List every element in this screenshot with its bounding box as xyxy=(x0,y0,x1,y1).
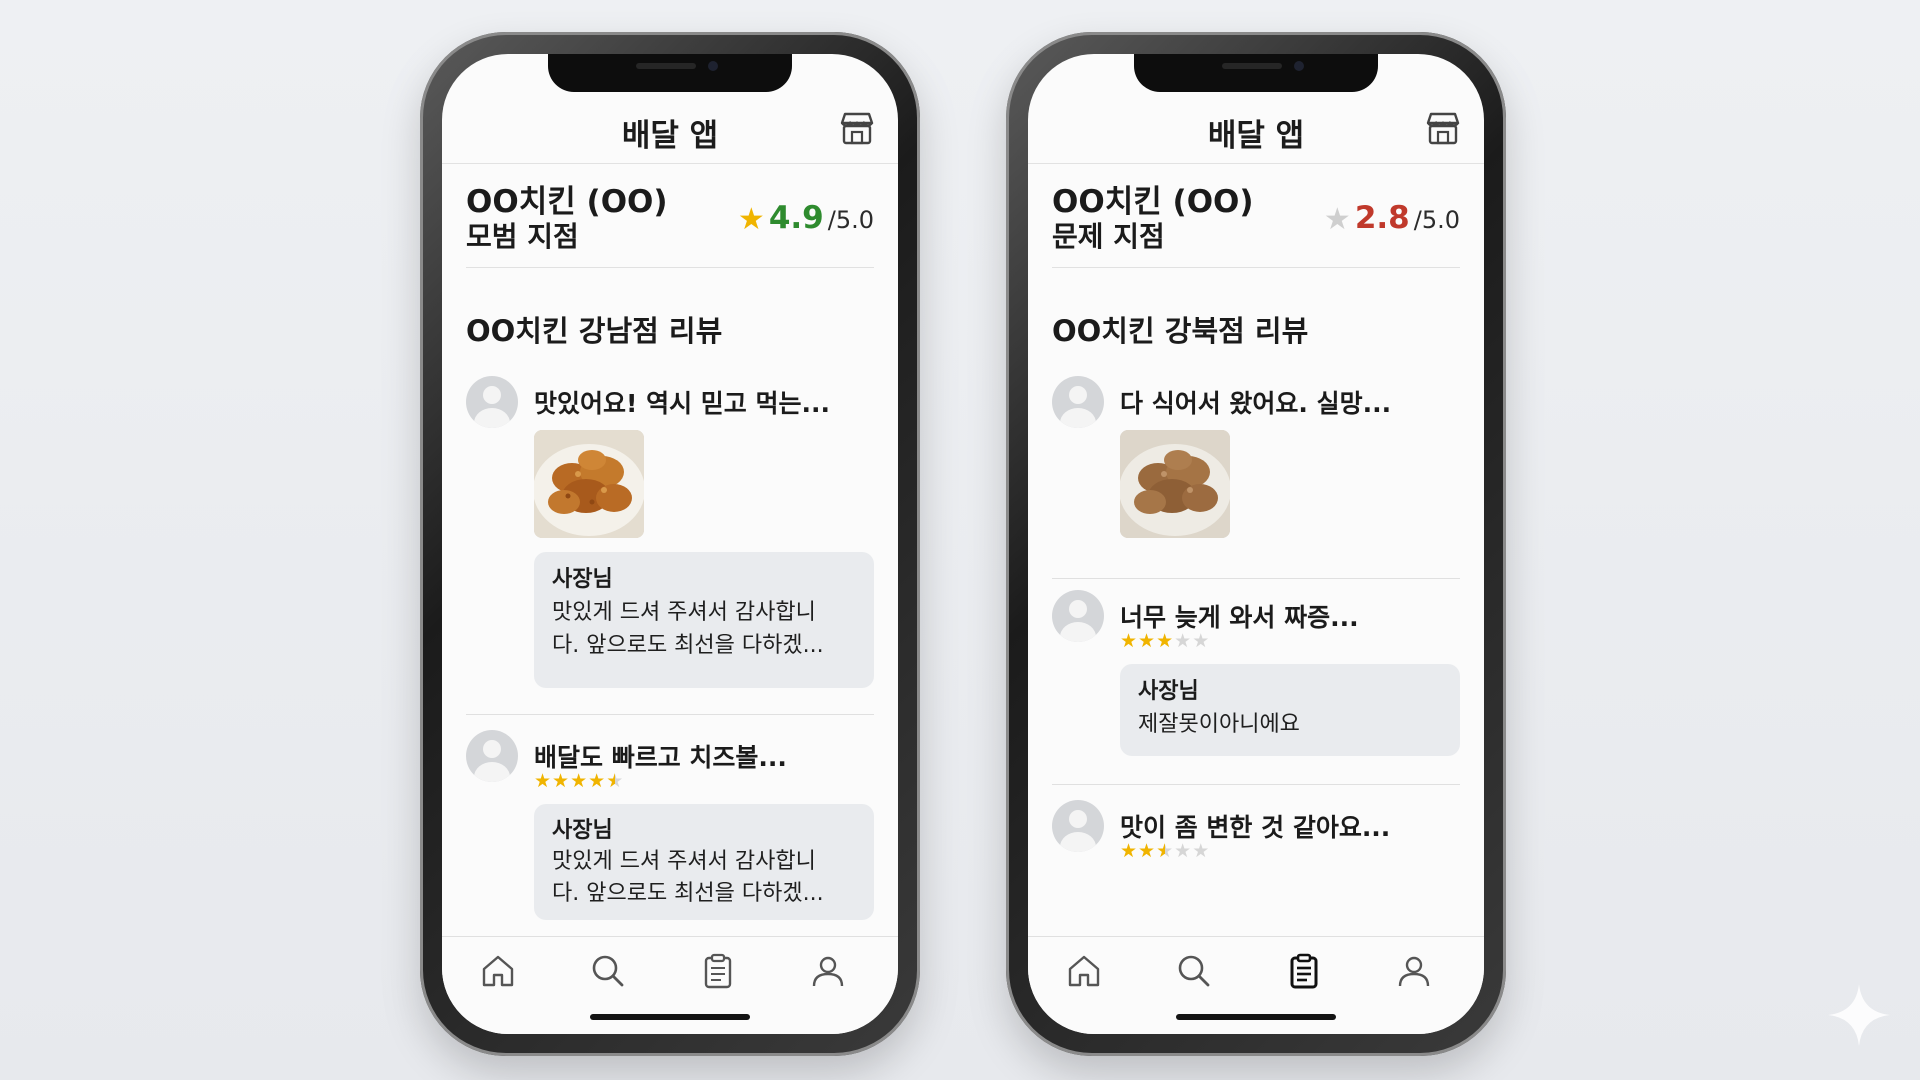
rating-value: 4.9 xyxy=(768,200,824,236)
divider xyxy=(1052,784,1460,785)
star-icon: ★ xyxy=(1323,202,1351,237)
food-photo[interactable] xyxy=(1120,430,1230,538)
star-rating: ★★★★★ xyxy=(534,770,624,792)
store-icon[interactable] xyxy=(1424,110,1462,146)
reply-text-line: 맛있게 드셔 주셔서 감사합니 xyxy=(552,849,816,874)
phone-left: 배달 앱 OO치킨 (OO) 모범 지점 ★ 4.9 /5.0 OO치킨 강남점… xyxy=(420,32,920,1056)
star-rating: ★★★★★ xyxy=(1120,840,1210,862)
review-item[interactable]: 맛이 좀 변한 것 같아요... ★★★★★ xyxy=(1052,800,1460,870)
reply-author: 사장님 xyxy=(1138,679,1199,704)
rating-max: /5.0 xyxy=(827,206,874,234)
fried-chicken-image xyxy=(1120,430,1230,538)
avatar xyxy=(1052,590,1104,642)
star-icon: ★ xyxy=(534,770,553,792)
star-icon: ★ xyxy=(1174,840,1193,862)
star-icon: ★ xyxy=(1120,630,1139,652)
search-icon[interactable] xyxy=(588,951,628,991)
review-item[interactable]: 배달도 빠르고 치즈볼... ★★★★★ 사장님 맛있게 드셔 주셔서 감사합니… xyxy=(466,730,874,930)
store-info: OO치킨 (OO) 모범 지점 ★ 4.9 /5.0 xyxy=(466,184,874,268)
review-item[interactable]: 다 식어서 왔어요. 실망... xyxy=(1052,376,1460,546)
review-item[interactable]: 너무 늦게 와서 짜증... ★★★★★ 사장님 제잘못이아니에요 xyxy=(1052,590,1460,760)
home-icon[interactable] xyxy=(478,951,518,991)
rating-value: 2.8 xyxy=(1354,200,1410,236)
owner-reply: 사장님 제잘못이아니에요 xyxy=(1120,664,1460,756)
tab-bar xyxy=(1028,936,1484,1034)
star-icon: ★ xyxy=(552,770,571,792)
star-icon: ★ xyxy=(570,770,589,792)
star-icon: ★ xyxy=(1138,840,1157,862)
store-icon[interactable] xyxy=(838,110,876,146)
star-icon: ★ xyxy=(1192,630,1211,652)
star-icon: ★ xyxy=(737,202,765,237)
orders-icon[interactable] xyxy=(1284,951,1324,991)
review-text: 배달도 빠르고 치즈볼... xyxy=(534,743,787,772)
orders-icon[interactable] xyxy=(698,951,738,991)
store-info: OO치킨 (OO) 문제 지점 ★ 2.8 /5.0 xyxy=(1052,184,1460,268)
review-item[interactable]: 맛있어요! 역시 믿고 먹는... 사장님 맛있게 드셔 주셔서 감사합니 다.… xyxy=(466,376,874,688)
review-text: 다 식어서 왔어요. 실망... xyxy=(1120,389,1392,418)
food-photo[interactable] xyxy=(534,430,644,538)
avatar xyxy=(1052,800,1104,852)
sparkle-icon xyxy=(1828,984,1890,1046)
review-text: 너무 늦게 와서 짜증... xyxy=(1120,603,1359,632)
profile-icon[interactable] xyxy=(1394,951,1434,991)
reply-author: 사장님 xyxy=(552,818,613,843)
search-icon[interactable] xyxy=(1174,951,1214,991)
review-text: 맛이 좀 변한 것 같아요... xyxy=(1120,813,1391,842)
section-title: OO치킨 강남점 리뷰 xyxy=(466,314,723,348)
reply-text-line: 맛있게 드셔 주셔서 감사합니 xyxy=(552,600,816,625)
star-icon: ★ xyxy=(1156,630,1175,652)
rating-max: /5.0 xyxy=(1413,206,1460,234)
star-rating: ★★★★★ xyxy=(1120,630,1210,652)
app-header: 배달 앱 xyxy=(442,102,898,164)
star-icon: ★ xyxy=(1138,630,1157,652)
section-title: OO치킨 강북점 리뷰 xyxy=(1052,314,1309,348)
phone-notch xyxy=(548,54,792,92)
phone-notch xyxy=(1134,54,1378,92)
store-rating: ★ 4.9 /5.0 xyxy=(737,200,874,237)
star-icon: ★ xyxy=(1192,840,1211,862)
phone-screen: 배달 앱 OO치킨 (OO) 문제 지점 ★ 2.8 /5.0 OO치킨 강북점… xyxy=(1028,54,1484,1034)
owner-reply: 사장님 맛있게 드셔 주셔서 감사합니 다. 앞으로도 최선을 다하겠... xyxy=(534,552,874,688)
half-star-icon: ★ xyxy=(606,770,625,792)
half-star-icon: ★ xyxy=(1156,840,1175,862)
store-rating: ★ 2.8 /5.0 xyxy=(1323,200,1460,237)
phone-screen: 배달 앱 OO치킨 (OO) 모범 지점 ★ 4.9 /5.0 OO치킨 강남점… xyxy=(442,54,898,1034)
phone-right: 배달 앱 OO치킨 (OO) 문제 지점 ★ 2.8 /5.0 OO치킨 강북점… xyxy=(1006,32,1506,1056)
reply-text-line: 다. 앞으로도 최선을 다하겠... xyxy=(552,881,824,906)
star-icon: ★ xyxy=(1120,840,1139,862)
tab-bar xyxy=(442,936,898,1034)
app-header: 배달 앱 xyxy=(1028,102,1484,164)
star-icon: ★ xyxy=(588,770,607,792)
avatar xyxy=(466,376,518,428)
reply-text: 제잘못이아니에요 xyxy=(1138,712,1300,737)
home-indicator xyxy=(1176,1014,1336,1020)
avatar xyxy=(1052,376,1104,428)
home-icon[interactable] xyxy=(1064,951,1104,991)
reply-author: 사장님 xyxy=(552,567,613,592)
review-text: 맛있어요! 역시 믿고 먹는... xyxy=(534,389,831,418)
fried-chicken-image xyxy=(534,430,644,538)
reply-text-line: 다. 앞으로도 최선을 다하겠... xyxy=(552,633,824,658)
app-title: 배달 앱 xyxy=(621,118,719,154)
profile-icon[interactable] xyxy=(808,951,848,991)
star-icon: ★ xyxy=(1174,630,1193,652)
owner-reply: 사장님 맛있게 드셔 주셔서 감사합니 다. 앞으로도 최선을 다하겠... xyxy=(534,804,874,920)
app-title: 배달 앱 xyxy=(1207,118,1305,154)
avatar xyxy=(466,730,518,782)
divider xyxy=(466,714,874,715)
divider xyxy=(1052,578,1460,579)
home-indicator xyxy=(590,1014,750,1020)
